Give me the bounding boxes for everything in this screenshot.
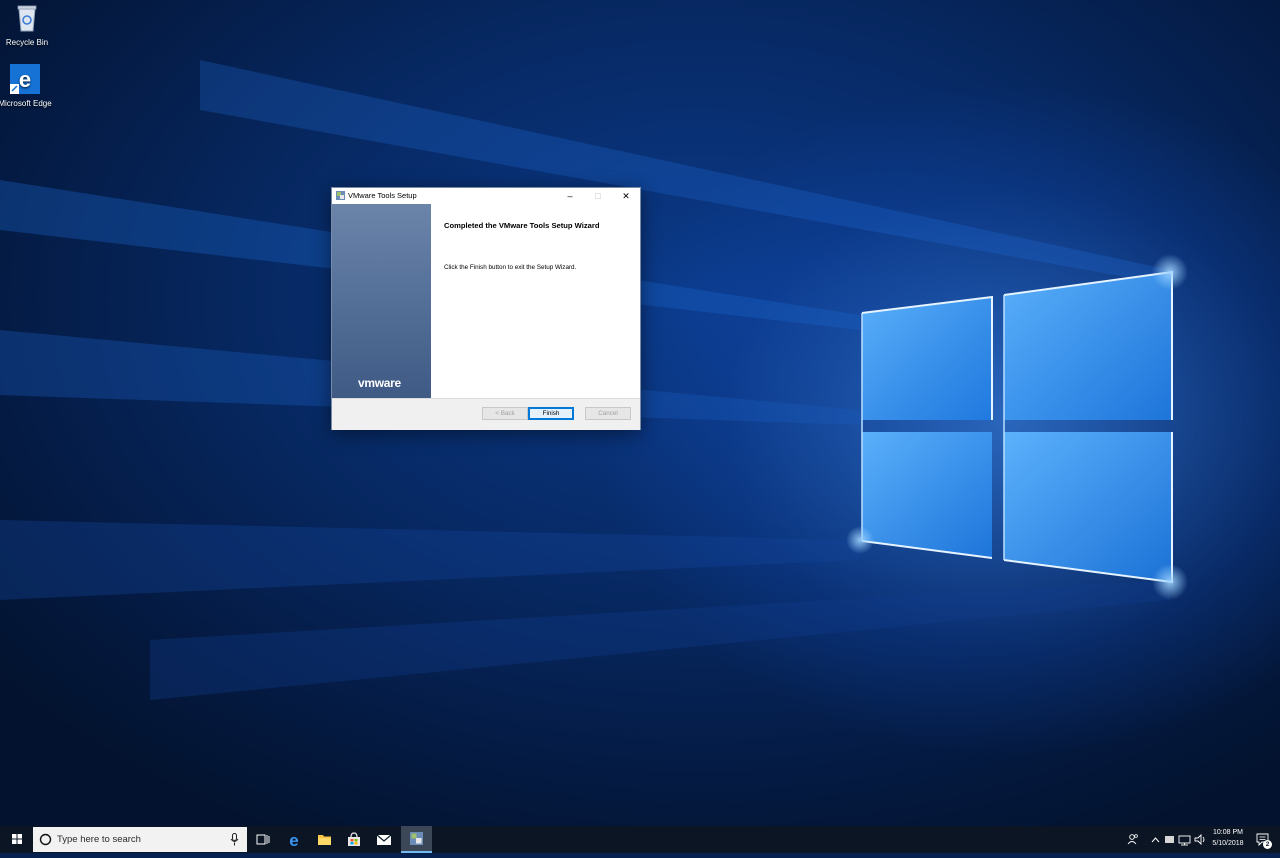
taskbar-store-button[interactable] (340, 826, 368, 853)
start-button[interactable] (0, 826, 33, 853)
cancel-button[interactable]: Cancel (585, 407, 631, 420)
close-button[interactable]: ✕ (612, 188, 640, 204)
store-bag-icon (348, 832, 360, 846)
dialog-side-banner: vmware (332, 204, 431, 398)
maximize-button[interactable]: □ (584, 188, 612, 204)
taskbar-search-box[interactable]: Type here to search (33, 827, 247, 852)
maximize-icon: □ (595, 191, 601, 201)
folder-icon (318, 835, 331, 845)
action-center-button[interactable]: 2 (1252, 826, 1274, 853)
mail-icon (376, 834, 392, 845)
network-button[interactable] (1177, 826, 1192, 853)
finish-button[interactable]: Finish (528, 407, 574, 420)
back-button[interactable]: < Back (482, 407, 528, 420)
desktop-icon-label: Microsoft Edge (0, 99, 52, 108)
dialog-content: Completed the VMware Tools Setup Wizard … (431, 204, 640, 398)
people-button[interactable] (1124, 826, 1142, 853)
svg-text:e: e (289, 831, 298, 850)
notification-badge: 2 (1263, 840, 1272, 849)
edge-icon: e (289, 831, 298, 850)
minimize-icon: – (567, 191, 573, 201)
task-view-icon (256, 834, 270, 845)
microphone-icon (230, 833, 239, 846)
dialog-footer: < Back Finish Cancel (332, 398, 640, 430)
people-icon (1127, 834, 1138, 845)
network-icon (1178, 835, 1191, 846)
vmware-setup-icon (336, 191, 345, 200)
taskbar-edge-button[interactable]: e (280, 826, 308, 853)
tray-device-button[interactable] (1163, 826, 1176, 853)
vmware-logo: vmware (358, 376, 401, 390)
wizard-message: Click the Finish button to exit the Setu… (444, 264, 577, 271)
device-icon (1165, 836, 1174, 843)
volume-button[interactable] (1193, 826, 1207, 853)
task-view-button[interactable] (250, 826, 276, 853)
svg-text:e: e (19, 67, 31, 92)
clock-date: 5/10/2018 (1212, 840, 1244, 847)
recycle-bin-icon (17, 5, 37, 32)
clock-time: 10:08 PM (1213, 829, 1243, 836)
dialog-title: VMware Tools Setup (348, 191, 417, 200)
clock-button[interactable]: 10:08 PM 5/10/2018 (1208, 826, 1248, 853)
vmware-setup-dialog: VMware Tools Setup – □ ✕ vmware Complete… (331, 187, 641, 430)
taskbar-vmware-setup-button[interactable] (401, 826, 432, 853)
desktop-icon-label: Recycle Bin (5, 38, 49, 47)
dialog-titlebar[interactable]: VMware Tools Setup – □ ✕ (332, 188, 640, 204)
chevron-up-icon (1151, 837, 1160, 843)
speaker-icon (1194, 833, 1205, 846)
notification-icon (1256, 833, 1269, 847)
desktop-icon-microsoft-edge[interactable]: e Microsoft Edge (0, 64, 52, 109)
cortana-circle-icon (39, 833, 52, 846)
minimize-button[interactable]: – (556, 188, 584, 204)
search-placeholder: Type here to search (57, 834, 141, 845)
taskbar: Type here to search e 10:08 PM 5/10/2018… (0, 826, 1280, 853)
taskbar-file-explorer-button[interactable] (310, 826, 338, 853)
close-icon: ✕ (622, 191, 630, 201)
show-hidden-icons-button[interactable] (1149, 826, 1162, 853)
wizard-heading: Completed the VMware Tools Setup Wizard (444, 221, 600, 230)
vmware-setup-icon (410, 832, 423, 845)
taskbar-mail-button[interactable] (370, 826, 398, 853)
windows-start-icon (12, 834, 22, 844)
edge-icon: e (10, 64, 40, 94)
desktop-icon-recycle-bin[interactable]: Recycle Bin (0, 3, 54, 48)
